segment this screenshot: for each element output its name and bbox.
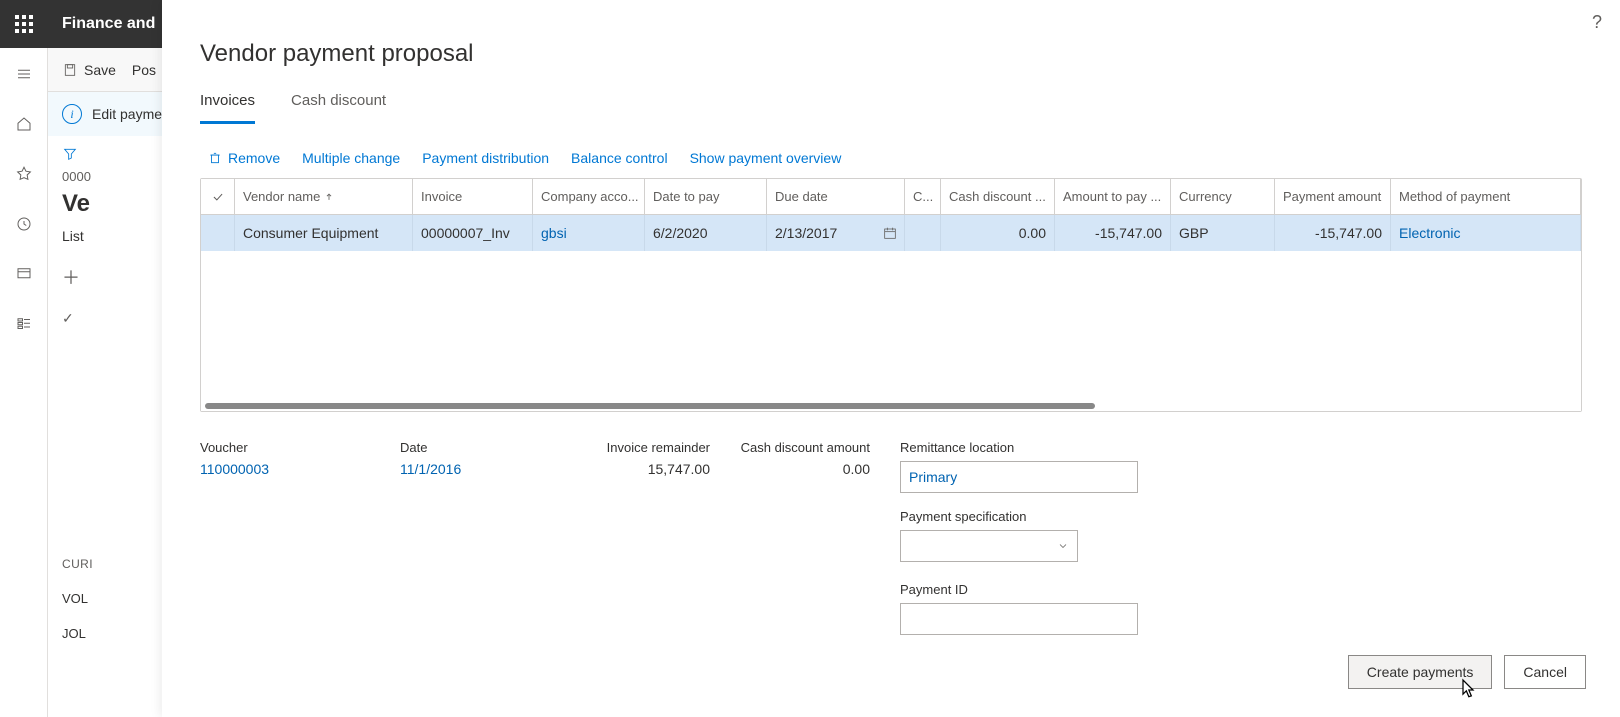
remittance-dropdown[interactable]: Primary — [900, 461, 1138, 493]
calendar-icon[interactable] — [882, 225, 898, 241]
detail-panel: Voucher 110000003 Date 11/1/2016 Invoice… — [200, 440, 1582, 635]
post-button[interactable]: Pos — [132, 62, 156, 78]
payment-id-input[interactable] — [900, 603, 1138, 635]
remove-button[interactable]: Remove — [208, 150, 280, 166]
hamburger-icon[interactable] — [6, 56, 42, 92]
date-value[interactable]: 11/1/2016 — [400, 461, 570, 477]
multiple-change-button[interactable]: Multiple change — [302, 150, 400, 166]
select-all-checkbox[interactable] — [201, 179, 235, 214]
col-cash-discount[interactable]: Cash discount ... — [941, 179, 1055, 214]
payment-id-label: Payment ID — [900, 582, 1138, 597]
col-method[interactable]: Method of payment — [1391, 179, 1581, 214]
cell-due-date[interactable]: 2/13/2017 — [767, 215, 905, 251]
modules-icon[interactable] — [6, 306, 42, 342]
cell-amount-to-pay[interactable]: -15,747.00 — [1055, 215, 1171, 251]
star-icon[interactable] — [6, 156, 42, 192]
tab-invoices[interactable]: Invoices — [200, 88, 255, 124]
grid-header: Vendor name Invoice Company acco... Date… — [201, 179, 1581, 215]
cell-c[interactable] — [905, 215, 941, 251]
app-title: Finance and — [48, 15, 155, 33]
create-payments-button[interactable]: Create payments — [1348, 655, 1493, 689]
message-text: Edit paymer — [92, 106, 167, 122]
invoices-grid: Vendor name Invoice Company acco... Date… — [200, 178, 1582, 412]
col-currency[interactable]: Currency — [1171, 179, 1275, 214]
tab-cash-discount[interactable]: Cash discount — [291, 88, 386, 124]
save-label: Save — [84, 62, 116, 78]
cell-company[interactable]: gbsi — [533, 215, 645, 251]
modal-title: Vendor payment proposal — [200, 40, 1582, 68]
col-company[interactable]: Company acco... — [533, 179, 645, 214]
col-vendor-name[interactable]: Vendor name — [235, 179, 413, 214]
cell-date-to-pay[interactable]: 6/2/2020 — [645, 215, 767, 251]
cell-cash-discount[interactable]: 0.00 — [941, 215, 1055, 251]
grid-row[interactable]: Consumer Equipment 00000007_Inv gbsi 6/2… — [201, 215, 1581, 251]
cell-vendor-name[interactable]: Consumer Equipment — [235, 215, 413, 251]
show-overview-button[interactable]: Show payment overview — [690, 150, 842, 166]
remittance-label: Remittance location — [900, 440, 1138, 455]
nav-rail — [0, 48, 48, 717]
voucher-value[interactable]: 110000003 — [200, 461, 370, 477]
modal-tabs: Invoices Cash discount — [200, 88, 1582, 124]
cancel-button[interactable]: Cancel — [1504, 655, 1586, 689]
date-label: Date — [400, 440, 570, 455]
col-payment-amount[interactable]: Payment amount — [1275, 179, 1391, 214]
cell-invoice[interactable]: 00000007_Inv — [413, 215, 533, 251]
grid-horizontal-scrollbar[interactable] — [201, 401, 1581, 411]
remove-label: Remove — [228, 150, 280, 166]
app-launcher-icon[interactable] — [0, 0, 48, 48]
col-date-to-pay[interactable]: Date to pay — [645, 179, 767, 214]
col-due-date[interactable]: Due date — [767, 179, 905, 214]
row-checkbox[interactable] — [201, 215, 235, 251]
payment-proposal-modal: ? Vendor payment proposal Invoices Cash … — [162, 0, 1620, 717]
modal-footer: Create payments Cancel — [1348, 655, 1586, 689]
col-amount-to-pay[interactable]: Amount to pay ... — [1055, 179, 1171, 214]
info-icon: i — [62, 104, 82, 124]
workspace-icon[interactable] — [6, 256, 42, 292]
cell-method[interactable]: Electronic — [1391, 215, 1581, 251]
payment-spec-dropdown[interactable] — [900, 530, 1078, 562]
invoice-remainder-value: 15,747.00 — [648, 461, 710, 477]
cell-currency[interactable]: GBP — [1171, 215, 1275, 251]
col-c[interactable]: C... — [905, 179, 941, 214]
voucher-label: Voucher — [200, 440, 370, 455]
invoice-remainder-label: Invoice remainder — [607, 440, 710, 455]
cash-discount-amount-label: Cash discount amount — [741, 440, 870, 455]
cell-payment-amount[interactable]: -15,747.00 — [1275, 215, 1391, 251]
recent-icon[interactable] — [6, 206, 42, 242]
payment-distribution-button[interactable]: Payment distribution — [422, 150, 549, 166]
cash-discount-amount-value: 0.00 — [843, 461, 870, 477]
col-invoice[interactable]: Invoice — [413, 179, 533, 214]
help-icon[interactable]: ? — [1592, 12, 1602, 33]
grid-toolbar: Remove Multiple change Payment distribut… — [200, 142, 1582, 178]
home-icon[interactable] — [6, 106, 42, 142]
payment-spec-label: Payment specification — [900, 509, 1138, 524]
save-button[interactable]: Save — [62, 62, 116, 78]
grid-empty-area — [201, 251, 1581, 401]
balance-control-button[interactable]: Balance control — [571, 150, 668, 166]
